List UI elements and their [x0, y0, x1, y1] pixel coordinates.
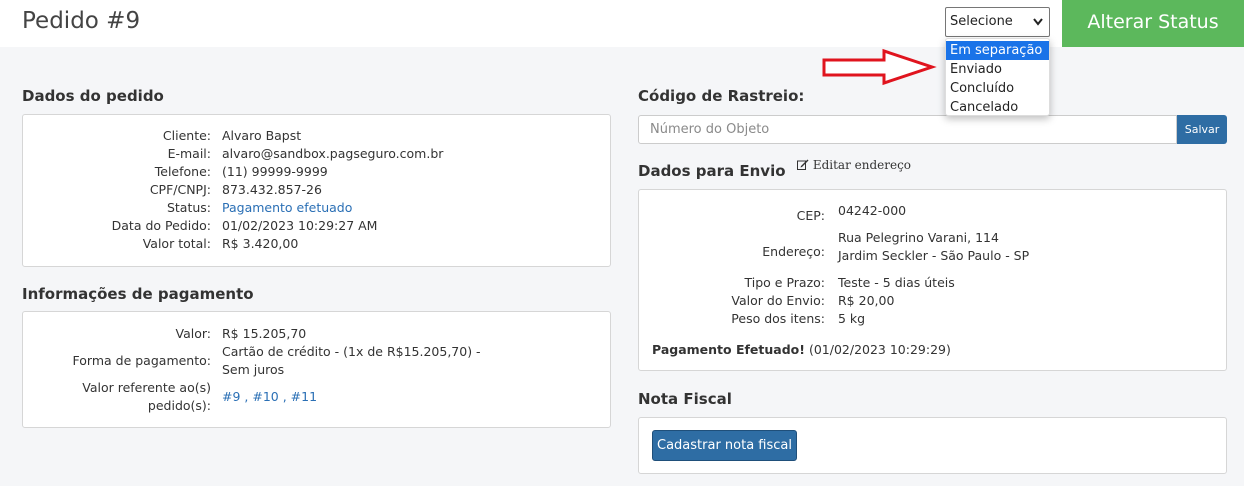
address-line: Rua Pelegrino Varani, 114	[838, 230, 999, 245]
edit-address-label: Editar endereço	[812, 158, 912, 172]
status-option[interactable]: Concluído	[946, 79, 1049, 98]
field-label: Telefone:	[154, 164, 211, 179]
payment-note-date: (01/02/2023 10:29:29)	[808, 342, 951, 357]
payment-value: R$ 15.205,70	[222, 326, 307, 341]
section-title-tracking: Código de Rastreio:	[638, 87, 805, 105]
status-select-value: Selecione	[950, 14, 1013, 29]
order-total: R$ 3.420,00	[222, 236, 299, 251]
status-select[interactable]: Selecione	[945, 7, 1050, 37]
top-bar	[0, 0, 1244, 47]
field-label: Cliente:	[162, 128, 211, 143]
status-option[interactable]: Enviado	[946, 60, 1049, 79]
shipping-card: CEP: 04242-000 Endereço: Rua Pelegrino V…	[638, 189, 1227, 371]
field-label: Endereço:	[762, 244, 825, 259]
payment-method-note: Sem juros	[222, 362, 285, 377]
shipping-cost: R$ 20,00	[838, 293, 895, 308]
cep-value: 04242-000	[838, 203, 907, 218]
package-weight: 5 kg	[838, 311, 866, 326]
client-email: alvaro@sandbox.pagseguro.com.br	[222, 146, 444, 161]
field-label: Valor do Envio:	[731, 293, 825, 308]
client-document: 873.432.857-26	[222, 182, 322, 197]
order-card: Cliente: E-mail: Telefone: CPF/CNPJ: Sta…	[22, 114, 611, 267]
edit-icon	[797, 158, 813, 172]
field-label: pedido(s):	[147, 398, 211, 413]
section-title-order: Dados do pedido	[22, 87, 164, 105]
section-title-invoice: Nota Fiscal	[638, 390, 732, 408]
field-label: Forma de pagamento:	[72, 353, 211, 368]
field-label: Valor referente ao(s)	[82, 380, 211, 395]
field-label: Valor total:	[142, 236, 211, 251]
field-label: Status:	[166, 200, 211, 215]
payment-method: Cartão de crédito - (1x de R$15.205,70) …	[222, 344, 481, 359]
related-orders-link[interactable]: #9 , #10 , #11	[222, 388, 317, 406]
order-date: 01/02/2023 10:29:27 AM	[222, 218, 378, 233]
status-option[interactable]: Em separação	[946, 41, 1049, 60]
field-label: E-mail:	[167, 146, 211, 161]
address-line: Jardim Seckler - São Paulo - SP	[838, 248, 1030, 263]
register-invoice-button[interactable]: Cadastrar nota fiscal	[652, 430, 797, 461]
status-option[interactable]: Cancelado	[946, 98, 1049, 117]
tracking-input[interactable]: Número do Objeto	[638, 115, 1177, 144]
page-title: Pedido #9	[22, 8, 141, 34]
payment-note-bold: Pagamento Efetuado!	[652, 342, 805, 357]
field-label: CPF/CNPJ:	[149, 182, 211, 197]
status-link[interactable]: Pagamento efetuado	[222, 199, 443, 217]
arrow-right-icon	[822, 48, 937, 86]
edit-address-link[interactable]: Editar endereço	[797, 158, 911, 172]
payment-card: Valor: R$ 15.205,70 Forma de pagamento: …	[22, 311, 611, 428]
client-phone: (11) 99999-9999	[222, 164, 328, 179]
status-dropdown: Em separação Enviado Concluído Cancelado	[945, 38, 1050, 116]
field-label: CEP:	[796, 208, 825, 223]
section-title-shipping: Dados para Envio	[638, 162, 786, 180]
payment-note: Pagamento Efetuado! (01/02/2023 10:29:29…	[652, 341, 951, 359]
shipping-type: Teste - 5 dias úteis	[838, 275, 955, 290]
alter-status-button[interactable]: Alterar Status	[1062, 0, 1244, 47]
client-name: Alvaro Bapst	[222, 128, 302, 143]
field-label: Peso dos itens:	[731, 311, 825, 326]
field-label: Valor:	[175, 326, 212, 341]
field-label: Data do Pedido:	[111, 218, 211, 233]
field-label: Tipo e Prazo:	[744, 275, 825, 290]
save-button[interactable]: Salvar	[1177, 115, 1227, 144]
section-title-payment: Informações de pagamento	[22, 285, 254, 303]
